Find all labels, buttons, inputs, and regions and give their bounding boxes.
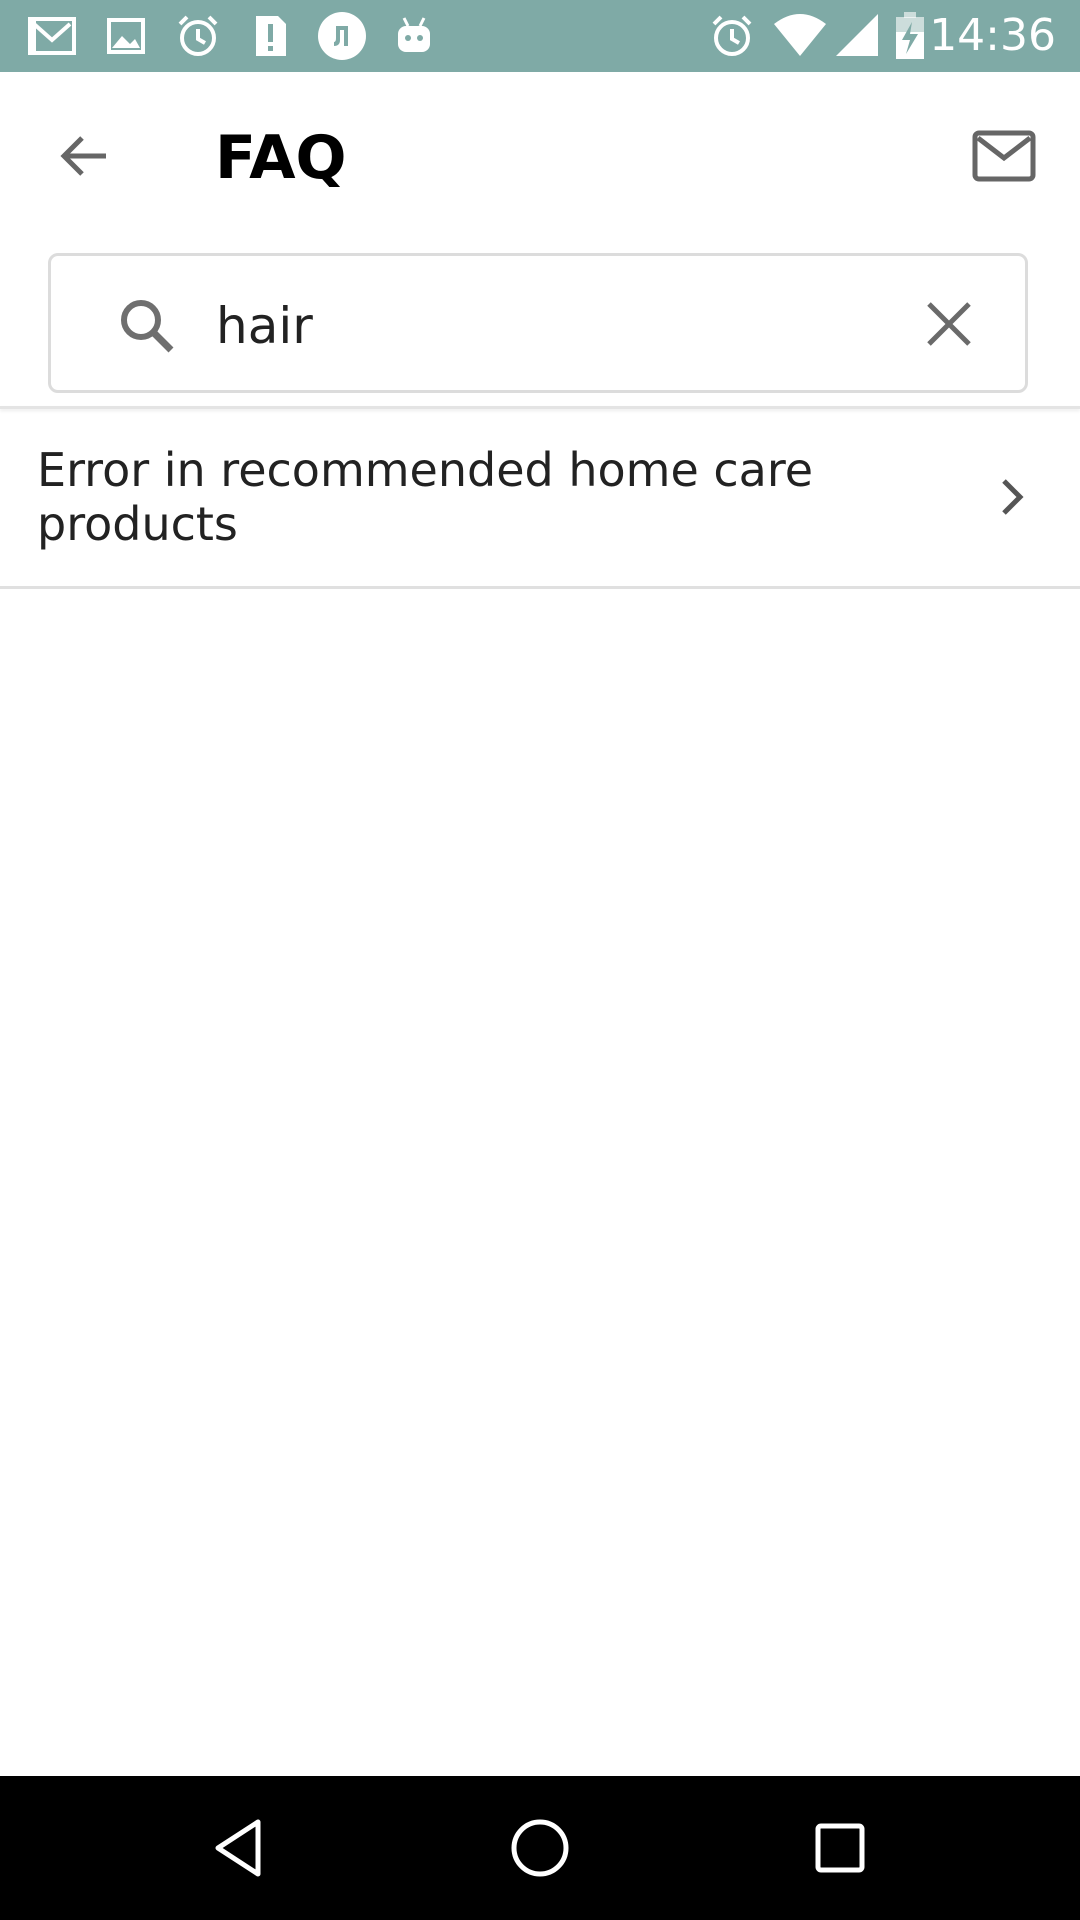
status-time: 14:36 — [929, 10, 1056, 61]
app-icon — [318, 12, 366, 60]
page-title: FAQ — [215, 123, 347, 193]
app-bar: FAQ — [0, 72, 1080, 240]
search-input[interactable] — [216, 286, 916, 366]
home-circle-icon — [511, 1819, 569, 1877]
result-title: Error in recommended home care products — [37, 443, 814, 551]
wifi-icon — [774, 14, 826, 56]
list-item[interactable]: Error in recommended home care products — [0, 409, 1080, 589]
nav-back-button[interactable] — [192, 1800, 288, 1896]
mail-icon — [972, 130, 1036, 182]
system-nav-bar — [0, 1776, 1080, 1920]
arrow-left-icon — [60, 136, 106, 176]
image-icon — [107, 18, 145, 54]
search-box — [48, 253, 1028, 393]
sim-alert-icon — [256, 16, 286, 56]
nav-recents-button[interactable] — [792, 1800, 888, 1896]
status-bar: 14:36 — [0, 0, 1080, 72]
back-button[interactable] — [38, 110, 130, 202]
alarm-icon — [712, 15, 752, 56]
gmail-icon — [28, 17, 76, 55]
contact-mail-button[interactable] — [962, 114, 1046, 198]
nav-home-button[interactable] — [492, 1800, 588, 1896]
search-icon — [121, 300, 174, 353]
battery-charging-icon — [896, 12, 924, 59]
alarm-icon — [178, 15, 218, 56]
android-icon — [398, 17, 430, 52]
recents-square-icon — [815, 1823, 865, 1873]
clear-search-button[interactable] — [913, 288, 985, 360]
signal-icon — [836, 14, 878, 56]
close-icon — [927, 302, 971, 346]
back-triangle-icon — [215, 1819, 261, 1877]
chevron-right-icon — [1002, 479, 1024, 515]
